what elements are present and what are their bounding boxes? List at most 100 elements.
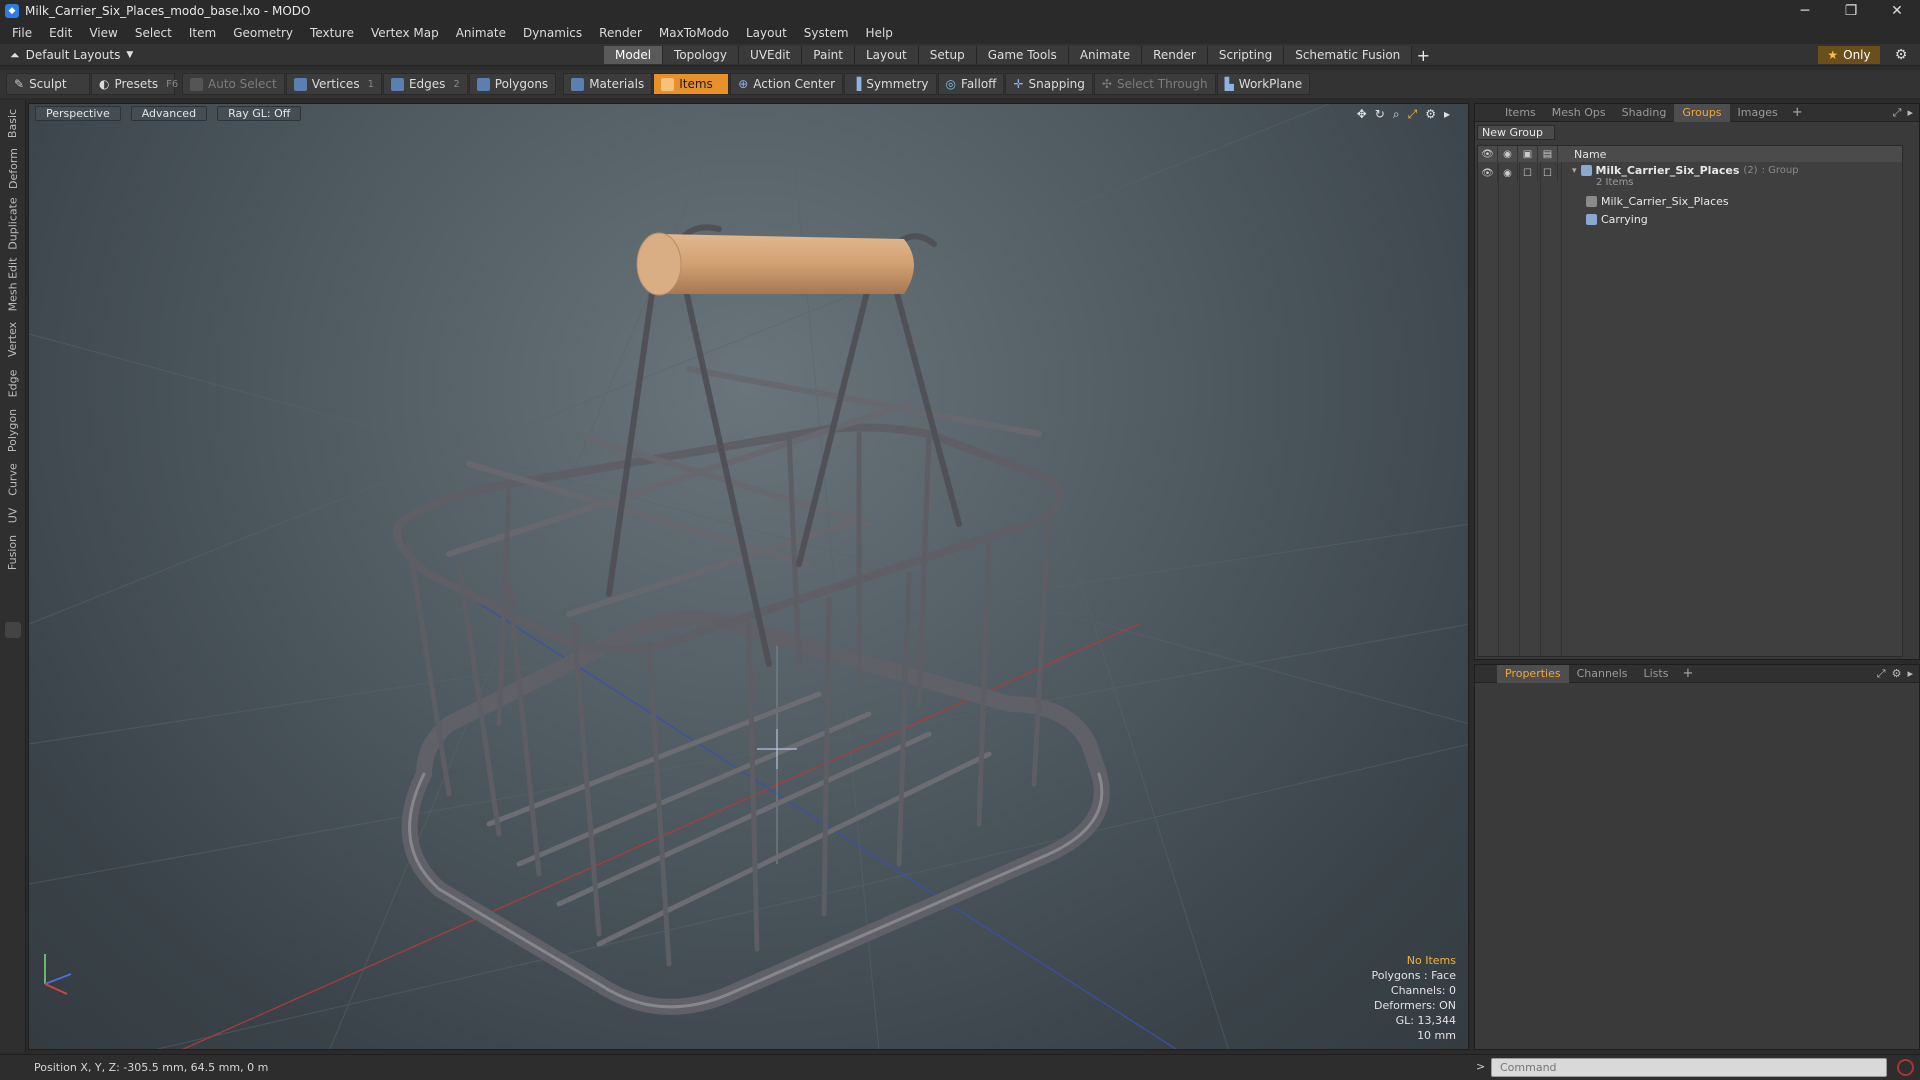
tab-scripting[interactable]: Scripting [1207, 46, 1285, 64]
menu-vertex-map[interactable]: Vertex Map [371, 26, 439, 40]
action-center-button[interactable]: ⊕ Action Center [730, 73, 844, 95]
menu-item[interactable]: Item [189, 26, 216, 40]
tab-lists[interactable]: Lists [1636, 665, 1677, 683]
vtab-uv[interactable]: UV [2, 502, 24, 528]
tab-layout[interactable]: Layout [854, 46, 919, 64]
tab-items[interactable]: Items [1497, 104, 1544, 122]
tab-render[interactable]: Render [1142, 46, 1208, 64]
vtab-edge[interactable]: Edge [2, 364, 24, 402]
sculpt-button[interactable]: ✎ Sculpt [6, 73, 90, 95]
view-mode-dropdown[interactable]: Perspective [35, 106, 121, 121]
tab-mesh-ops[interactable]: Mesh Ops [1544, 104, 1614, 122]
raygl-toggle[interactable]: Ray GL: Off [217, 106, 302, 121]
tab-paint[interactable]: Paint [802, 46, 855, 64]
group-lock-icon[interactable]: ☐ [1518, 164, 1538, 182]
polygons-button[interactable]: Polygons [468, 73, 557, 95]
expand-icon[interactable]: ⤢ [1877, 667, 1886, 681]
command-record-icon[interactable] [1897, 1059, 1914, 1076]
snapping-button[interactable]: ✛ Snapping [1005, 73, 1093, 95]
new-group-button[interactable]: New Group [1477, 125, 1555, 140]
list-item[interactable]: Carrying [1478, 210, 1902, 228]
menu-select[interactable]: Select [135, 26, 172, 40]
tab-channels[interactable]: Channels [1569, 665, 1636, 683]
viewport-gear-icon[interactable]: ⚙ [1425, 107, 1436, 122]
close-button[interactable]: ✕ [1874, 0, 1920, 22]
menu-layout[interactable]: Layout [746, 26, 787, 40]
tab-uvedit[interactable]: UVEdit [739, 46, 803, 64]
menu-texture[interactable]: Texture [310, 26, 354, 40]
shading-advanced-dropdown[interactable]: Advanced [130, 106, 208, 121]
menu-maxtomodo[interactable]: MaxToModo [659, 26, 729, 40]
falloff-button[interactable]: ◎ Falloff [937, 73, 1005, 95]
only-toggle-button[interactable]: ★ Only [1818, 46, 1880, 64]
tab-groups[interactable]: Groups [1674, 103, 1730, 122]
minimize-button[interactable]: ─ [1782, 0, 1828, 22]
add-panel-tab-button[interactable]: + [1786, 105, 1809, 120]
vtab-vertex[interactable]: Vertex [2, 316, 24, 362]
group-select-icon[interactable]: ☐ [1538, 164, 1558, 182]
vtab-deform[interactable]: Deform [2, 144, 24, 192]
edges-label: Edges [408, 77, 446, 91]
vtab-fusion[interactable]: Fusion [2, 530, 24, 574]
vtab-curve[interactable]: Curve [2, 458, 24, 500]
vertices-button[interactable]: Vertices 1 [285, 73, 382, 95]
add-properties-tab-button[interactable]: + [1676, 666, 1699, 681]
menu-view[interactable]: View [89, 26, 117, 40]
gear-icon[interactable]: ⚙ [1892, 46, 1910, 64]
expand-icon[interactable]: ⤢ [1893, 106, 1902, 120]
menu-animate[interactable]: Animate [456, 26, 506, 40]
vtab-polygon[interactable]: Polygon [2, 404, 24, 456]
command-input[interactable]: Command [1491, 1058, 1887, 1077]
visibility-column-eye-icon[interactable]: 👁 [1478, 146, 1498, 162]
panel-arrow-icon[interactable]: ▸ [1907, 667, 1913, 681]
menu-edit[interactable]: Edit [49, 26, 72, 40]
edges-button[interactable]: Edges 2 [382, 73, 468, 95]
menu-file[interactable]: File [12, 26, 32, 40]
tab-schematic-fusion[interactable]: Schematic Fusion [1284, 46, 1413, 64]
layouts-dropdown[interactable]: ⏶ Default Layouts ▼ [10, 44, 133, 66]
toolbox-toggle-button[interactable] [5, 622, 21, 638]
command-history-arrow-icon[interactable]: > [1476, 1060, 1485, 1073]
vtab-basic[interactable]: Basic [2, 104, 24, 142]
menu-help[interactable]: Help [866, 26, 893, 40]
symmetry-button[interactable]: ▐ Symmetry [844, 73, 937, 95]
tab-shading[interactable]: Shading [1614, 104, 1675, 122]
group-render-icon[interactable]: ◉ [1498, 164, 1518, 182]
tab-setup[interactable]: Setup [918, 46, 977, 64]
auto-select-button[interactable]: Auto Select [182, 73, 285, 95]
rotate-icon[interactable]: ↻ [1375, 107, 1385, 122]
menu-render[interactable]: Render [599, 26, 642, 40]
render-column-icon[interactable]: ◉ [1498, 146, 1518, 162]
tab-images[interactable]: Images [1730, 104, 1786, 122]
restore-button[interactable]: ❐ [1828, 0, 1874, 22]
3d-viewport[interactable]: Perspective Advanced Ray GL: Off ✥ ↻ ⌕ ⤢… [28, 103, 1469, 1050]
vtab-mesh-edit[interactable]: Mesh Edit [2, 254, 24, 314]
properties-gear-icon[interactable]: ⚙ [1892, 667, 1902, 681]
list-item[interactable]: Milk_Carrier_Six_Places [1478, 192, 1902, 210]
tab-model[interactable]: Model [604, 46, 664, 64]
tab-animate[interactable]: Animate [1068, 46, 1143, 64]
items-button[interactable]: Items [653, 73, 730, 95]
workplane-button[interactable]: ▙ WorkPlane [1216, 73, 1311, 95]
menu-system[interactable]: System [804, 26, 849, 40]
tab-properties[interactable]: Properties [1497, 664, 1569, 683]
menu-dynamics[interactable]: Dynamics [523, 26, 582, 40]
tab-topology[interactable]: Topology [663, 46, 740, 64]
fit-icon[interactable]: ⤢ [1408, 107, 1418, 122]
select-through-button[interactable]: ✣ Select Through [1093, 73, 1216, 95]
panel-arrow-icon[interactable]: ▸ [1907, 106, 1913, 120]
group-row[interactable]: 👁 ◉ ☐ ☐ ▾ Milk_Carrier_Six_Places (2) : … [1478, 162, 1902, 192]
zoom-icon[interactable]: ⌕ [1393, 107, 1400, 122]
collapse-toggle-icon[interactable]: ▾ [1572, 166, 1577, 176]
select-column-icon[interactable]: ▤ [1538, 146, 1558, 162]
lock-column-icon[interactable]: ▣ [1518, 146, 1538, 162]
menu-geometry[interactable]: Geometry [233, 26, 293, 40]
pan-icon[interactable]: ✥ [1357, 107, 1367, 122]
tab-game-tools[interactable]: Game Tools [976, 46, 1069, 64]
presets-button[interactable]: ◐ Presets F6 [91, 73, 178, 95]
add-layout-tab-button[interactable]: + [1412, 46, 1434, 65]
group-visibility-eye-icon[interactable]: 👁 [1478, 164, 1498, 182]
vtab-duplicate[interactable]: Duplicate [2, 194, 24, 252]
materials-button[interactable]: Materials [563, 73, 653, 95]
viewport-menu-arrow-icon[interactable]: ▸ [1444, 107, 1450, 122]
